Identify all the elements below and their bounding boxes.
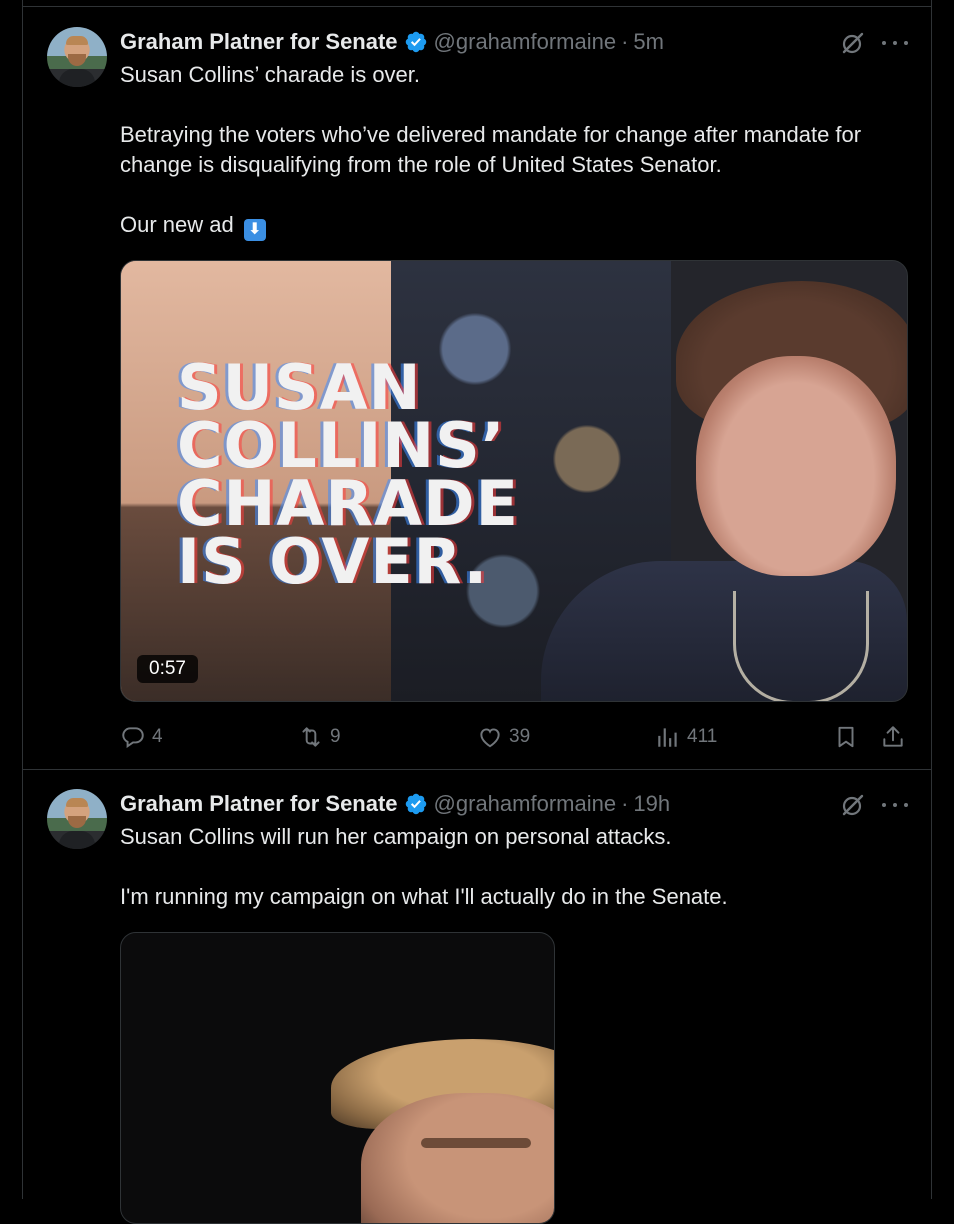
down-arrow-emoji-icon: ⬇ (243, 219, 266, 241)
video-overlay-title: SUSAN COLLINS’ CHARADE IS OVER. (177, 357, 519, 598)
grok-icon[interactable] (840, 30, 866, 56)
tweet-text-line: I'm running my campaign on what I'll act… (120, 884, 728, 909)
like-button[interactable]: 39 (477, 723, 530, 751)
video-duration: 0:57 (137, 655, 198, 683)
timestamp[interactable]: 5m (633, 29, 664, 55)
tweet-text-line: Susan Collins’ charade is over. (120, 62, 421, 87)
tweet-text-line: Our new ad ⬇ (120, 210, 900, 241)
author-handle[interactable]: @grahamformaine (434, 29, 617, 55)
avatar[interactable] (47, 789, 107, 849)
repost-icon (302, 727, 320, 747)
verified-badge-icon[interactable] (404, 30, 428, 54)
author-name[interactable]: Graham Platner for Senate (120, 29, 398, 55)
tweet-header: Graham Platner for Senate @grahamformain… (120, 789, 670, 819)
separator: · (621, 29, 629, 54)
like-count: 39 (509, 726, 531, 747)
tweet-text: Susan Collins’ charade is over. Betrayin… (120, 60, 900, 241)
reply-button[interactable]: 4 (120, 723, 163, 751)
views-count: 411 (687, 726, 718, 747)
like-icon (480, 728, 500, 748)
tweet-header: Graham Platner for Senate @grahamformain… (120, 27, 664, 57)
grok-icon[interactable] (840, 792, 866, 818)
views-button[interactable]: 411 (655, 723, 717, 751)
more-icon[interactable] (882, 792, 908, 818)
reply-count: 4 (152, 726, 163, 747)
reply-icon (122, 727, 144, 749)
more-icon[interactable] (882, 30, 908, 56)
tweet-text-line: Betraying the voters who’ve delivered ma… (120, 122, 862, 177)
avatar[interactable] (47, 27, 107, 87)
views-icon (658, 728, 677, 747)
tweet[interactable]: Graham Platner for Senate @grahamformain… (23, 7, 931, 770)
verified-badge-icon[interactable] (404, 792, 428, 816)
timestamp[interactable]: 19h (633, 791, 670, 817)
bookmark-icon (838, 726, 854, 748)
timeline: Graham Platner for Senate @grahamformain… (22, 0, 932, 1224)
share-button[interactable] (880, 723, 906, 751)
share-icon (883, 726, 903, 747)
overlay-line: IS OVER. (177, 525, 489, 598)
author-name[interactable]: Graham Platner for Senate (120, 791, 398, 817)
bookmark-button[interactable] (833, 723, 859, 751)
repost-count: 9 (330, 726, 341, 747)
separator: · (621, 791, 629, 816)
video-thumbnail[interactable] (120, 932, 555, 1224)
repost-button[interactable]: 9 (298, 723, 341, 751)
tweet-text-span: Our new ad (120, 212, 234, 237)
tweet-actions: 4 9 39 411 (120, 723, 910, 751)
tweet-text: Susan Collins will run her campaign on p… (120, 822, 900, 912)
video-player[interactable]: SUSAN COLLINS’ CHARADE IS OVER. 0:57 (120, 260, 908, 702)
tweet-text-line: Susan Collins will run her campaign on p… (120, 824, 672, 849)
author-handle[interactable]: @grahamformaine (434, 791, 617, 817)
